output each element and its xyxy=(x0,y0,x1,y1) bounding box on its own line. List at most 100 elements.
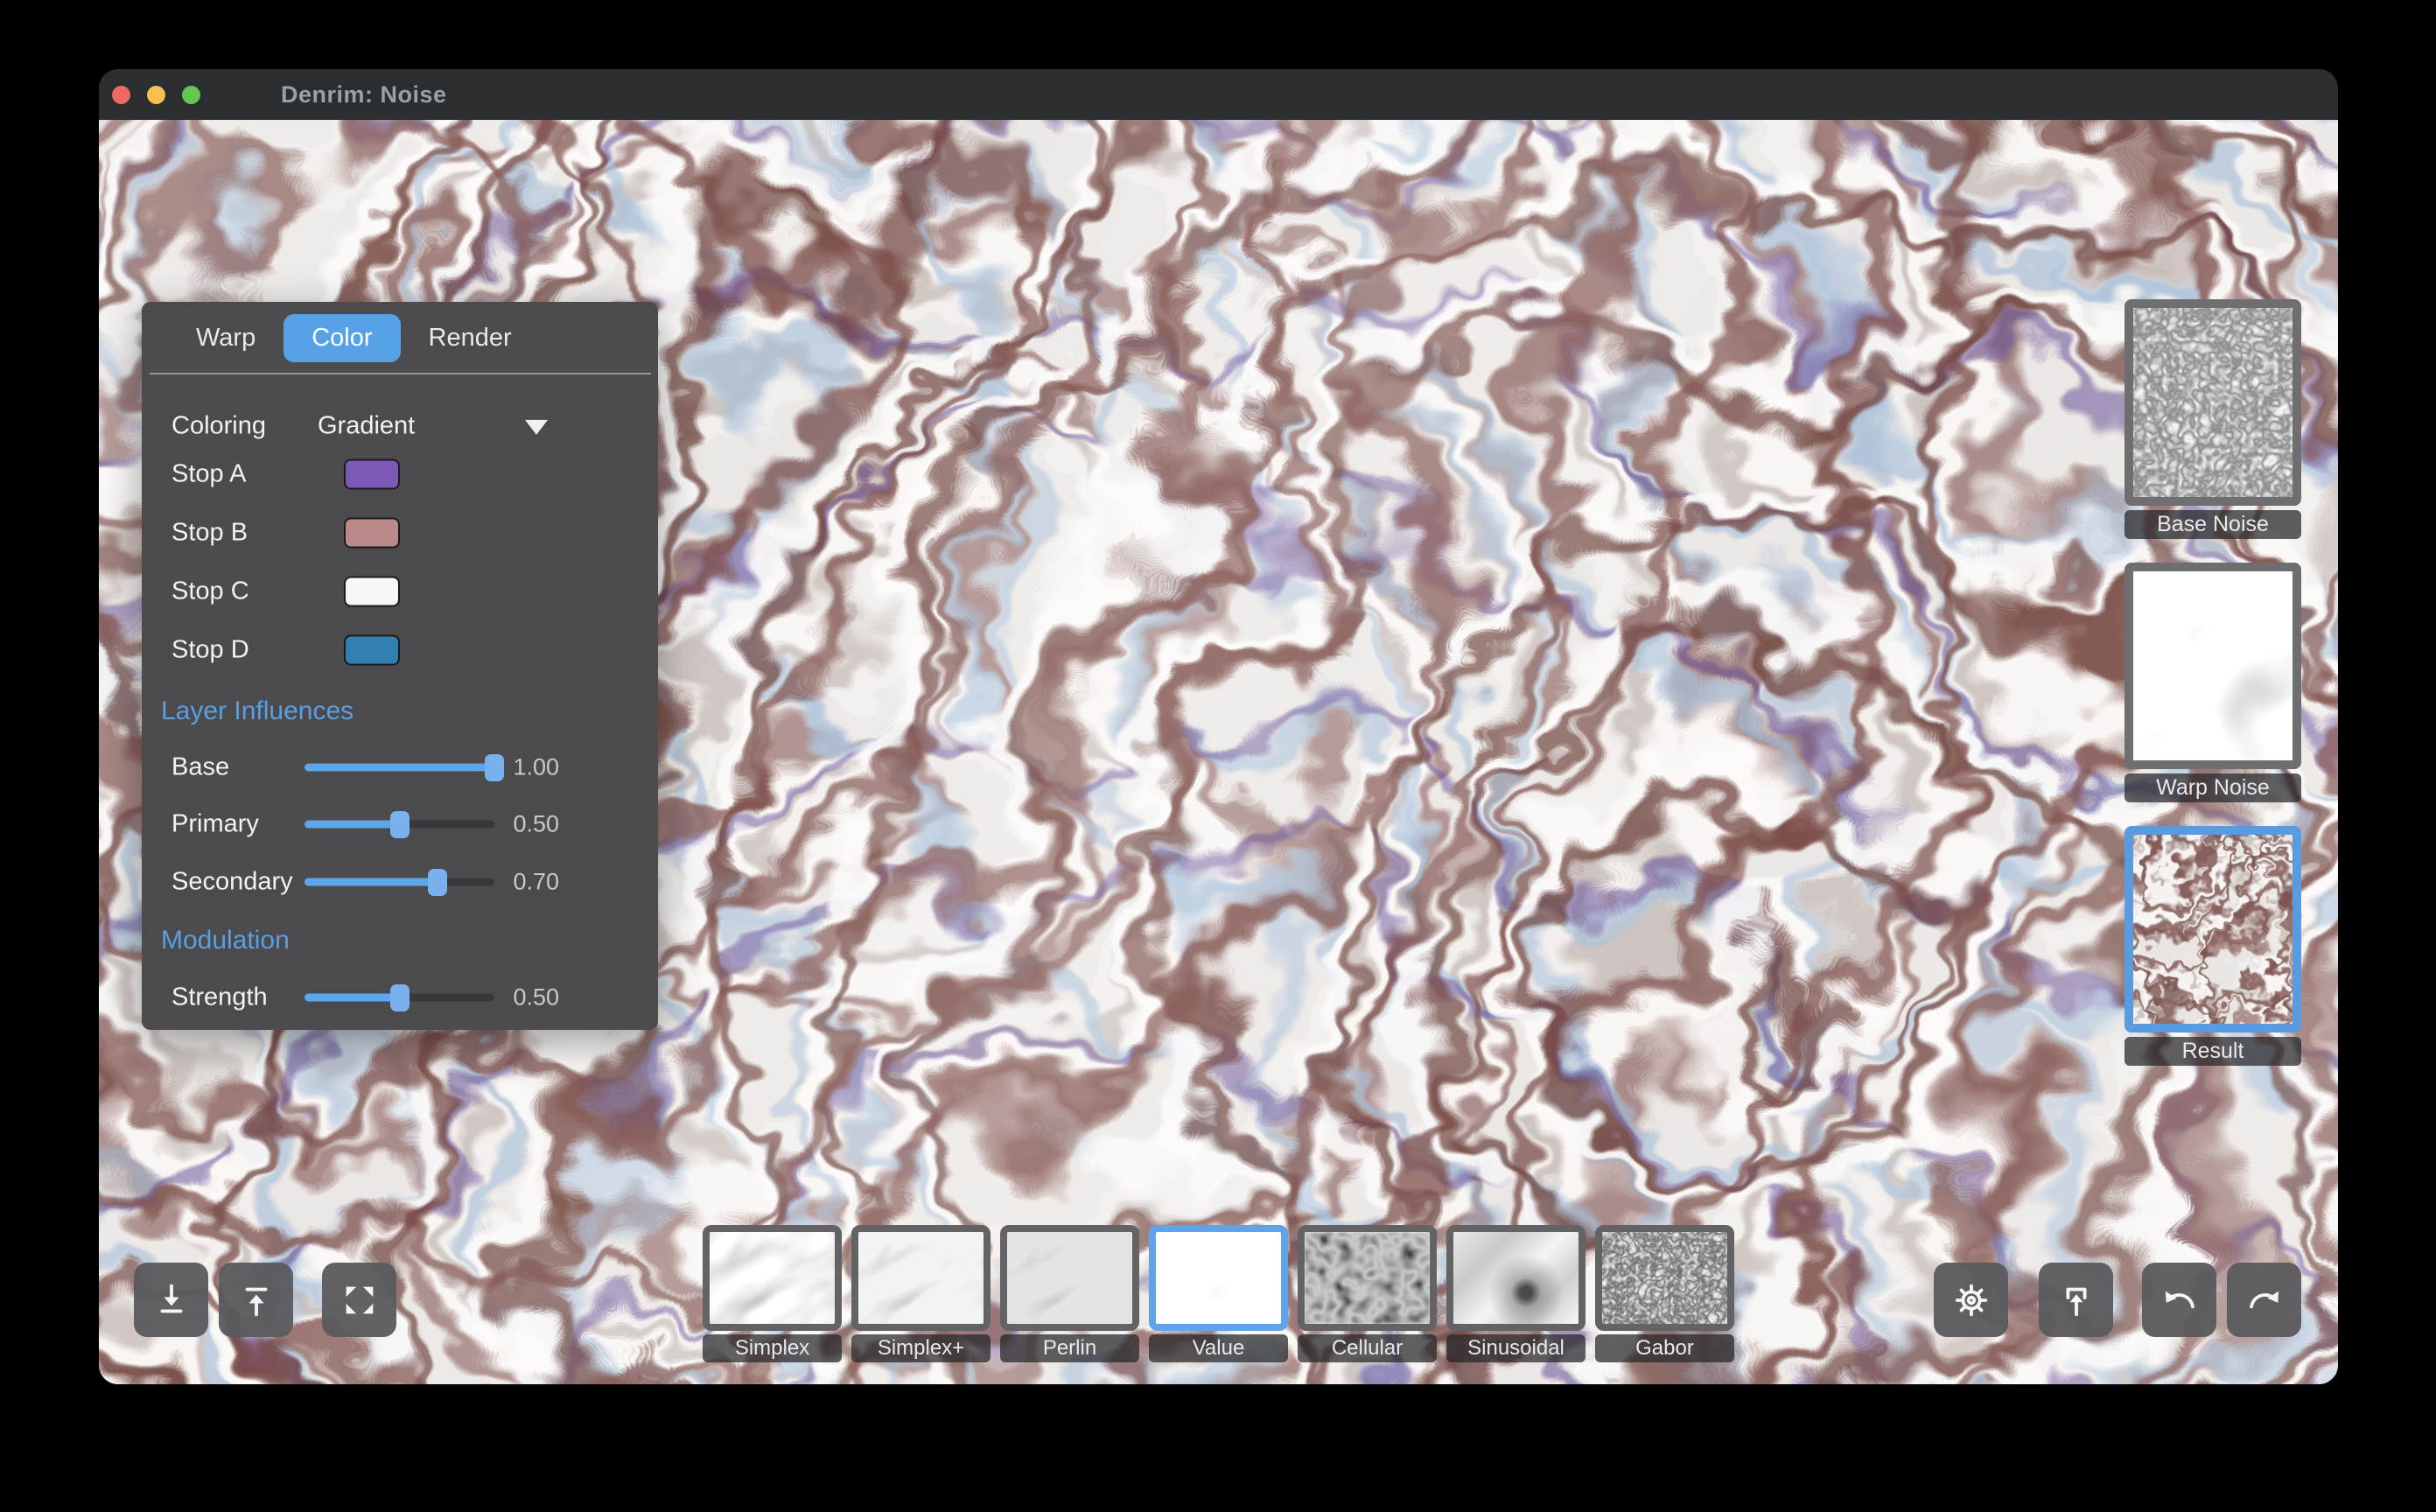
preview-base-noise: Base Noise xyxy=(2124,299,2301,539)
toolbar-left xyxy=(134,1263,396,1337)
noise-type-simplex[interactable]: Simplex xyxy=(703,1225,842,1362)
base-slider[interactable] xyxy=(304,764,494,772)
stop-b-color-swatch[interactable] xyxy=(344,518,400,549)
secondary-slider-row: Secondary 0.70 xyxy=(142,858,658,906)
desktop: { "window": { "title": "Denrim: Noise" }… xyxy=(0,0,2436,1512)
result-thumbnail[interactable] xyxy=(2124,826,2301,1032)
secondary-slider[interactable] xyxy=(304,878,494,886)
sinusoidal-label: Sinusoidal xyxy=(1446,1334,1586,1362)
undo-icon xyxy=(2160,1280,2200,1320)
preview-column: Base Noise Warp Noise Result xyxy=(2124,299,2301,1066)
base-slider-label: Base xyxy=(172,753,229,782)
noise-type-value[interactable]: Value xyxy=(1149,1225,1288,1362)
value-thumbnail xyxy=(1156,1232,1281,1324)
download-button[interactable] xyxy=(134,1263,208,1337)
warp-noise-thumbnail[interactable] xyxy=(2124,563,2301,769)
simplex-label: Simplex xyxy=(703,1334,842,1362)
window-title: Denrim: Noise xyxy=(281,81,447,108)
settings-panel: Warp Color Render Coloring Gradient Stop… xyxy=(142,302,658,1030)
result-label: Result xyxy=(2124,1037,2301,1066)
base-noise-label: Base Noise xyxy=(2124,510,2301,539)
redo-icon xyxy=(2244,1280,2285,1320)
tab-warp[interactable]: Warp xyxy=(168,314,284,362)
zoom-window-button[interactable] xyxy=(182,86,200,104)
result-image xyxy=(2124,826,2301,1032)
close-window-button[interactable] xyxy=(112,86,130,104)
window-controls xyxy=(99,86,200,104)
secondary-slider-value: 0.70 xyxy=(498,869,559,896)
base-slider-value: 1.00 xyxy=(498,754,559,781)
base-slider-row: Base 1.00 xyxy=(142,743,658,792)
stop-c-color-swatch[interactable] xyxy=(344,577,400,607)
download-icon xyxy=(151,1280,192,1320)
cellular-thumbnail xyxy=(1305,1232,1430,1324)
minimize-window-button[interactable] xyxy=(147,86,165,104)
toolbar-right xyxy=(1934,1263,2301,1337)
simplex-plus-label: Simplex+ xyxy=(851,1334,990,1362)
titlebar: Denrim: Noise xyxy=(99,69,2338,120)
upload-icon xyxy=(236,1280,276,1320)
strength-slider[interactable] xyxy=(304,994,494,1002)
tab-render[interactable]: Render xyxy=(401,314,540,362)
value-label: Value xyxy=(1149,1334,1288,1362)
export-button[interactable] xyxy=(2039,1263,2113,1337)
strength-slider-value: 0.50 xyxy=(498,984,559,1012)
perlin-thumbnail xyxy=(1000,1225,1139,1331)
secondary-slider-label: Secondary xyxy=(172,868,293,897)
coloring-dropdown[interactable]: Gradient xyxy=(308,402,562,451)
stop-d-color-swatch[interactable] xyxy=(344,635,400,666)
strength-slider-label: Strength xyxy=(172,984,268,1012)
expand-icon xyxy=(340,1280,380,1320)
app-window: Denrim: Noise Warp Color Render Coloring… xyxy=(99,69,2338,1384)
base-noise-image xyxy=(2133,308,2292,497)
panel-divider xyxy=(150,373,651,374)
primary-slider-label: Primary xyxy=(172,810,259,839)
gabor-label: Gabor xyxy=(1595,1334,1734,1362)
noise-type-perlin[interactable]: Perlin xyxy=(1000,1225,1139,1362)
settings-button[interactable] xyxy=(1934,1263,2008,1337)
section-modulation: Modulation xyxy=(161,923,290,958)
simplex-plus-thumbnail xyxy=(851,1225,990,1331)
cellular-label: Cellular xyxy=(1298,1334,1437,1362)
fullscreen-button[interactable] xyxy=(322,1263,396,1337)
stop-b-row: Stop B xyxy=(142,508,658,557)
undo-button[interactable] xyxy=(2142,1263,2216,1337)
simplex-thumbnail xyxy=(703,1225,842,1331)
gabor-thumbnail xyxy=(1602,1232,1727,1324)
stop-c-label: Stop C xyxy=(172,578,249,606)
noise-type-selector: Simplex Simplex+ Perlin Value Cellular S… xyxy=(703,1225,1734,1362)
section-layer-influences: Layer Influences xyxy=(161,694,354,729)
preview-warp-noise: Warp Noise xyxy=(2124,563,2301,802)
stop-b-label: Stop B xyxy=(172,519,248,548)
export-icon xyxy=(2056,1280,2096,1320)
noise-type-simplex-plus[interactable]: Simplex+ xyxy=(851,1225,990,1362)
noise-type-cellular[interactable]: Cellular xyxy=(1298,1225,1437,1362)
coloring-row: Coloring Gradient xyxy=(142,402,658,451)
stop-a-row: Stop A xyxy=(142,450,658,499)
primary-slider[interactable] xyxy=(304,821,494,829)
warp-noise-image xyxy=(2133,571,2292,760)
strength-slider-row: Strength 0.50 xyxy=(142,973,658,1022)
stop-d-row: Stop D xyxy=(142,626,658,675)
noise-type-gabor[interactable]: Gabor xyxy=(1595,1225,1734,1362)
base-noise-thumbnail[interactable] xyxy=(2124,299,2301,506)
tab-color[interactable]: Color xyxy=(284,314,400,362)
gear-icon xyxy=(1951,1280,1992,1320)
perlin-label: Perlin xyxy=(1000,1334,1139,1362)
primary-slider-value: 0.50 xyxy=(498,811,559,838)
warp-noise-label: Warp Noise xyxy=(2124,774,2301,802)
stop-a-label: Stop A xyxy=(172,460,246,489)
redo-button[interactable] xyxy=(2227,1263,2301,1337)
coloring-label: Coloring xyxy=(172,412,266,441)
noise-type-sinusoidal[interactable]: Sinusoidal xyxy=(1446,1225,1586,1362)
chevron-down-icon xyxy=(525,420,548,435)
primary-slider-row: Primary 0.50 xyxy=(142,800,658,849)
coloring-value: Gradient xyxy=(318,412,415,441)
upload-button[interactable] xyxy=(219,1263,293,1337)
stop-c-row: Stop C xyxy=(142,567,658,616)
panel-tabs: Warp Color Render xyxy=(168,311,540,365)
stop-a-color-swatch[interactable] xyxy=(344,459,400,490)
stop-d-label: Stop D xyxy=(172,636,249,665)
preview-result: Result xyxy=(2124,826,2301,1066)
sinusoidal-thumbnail xyxy=(1453,1232,1578,1324)
